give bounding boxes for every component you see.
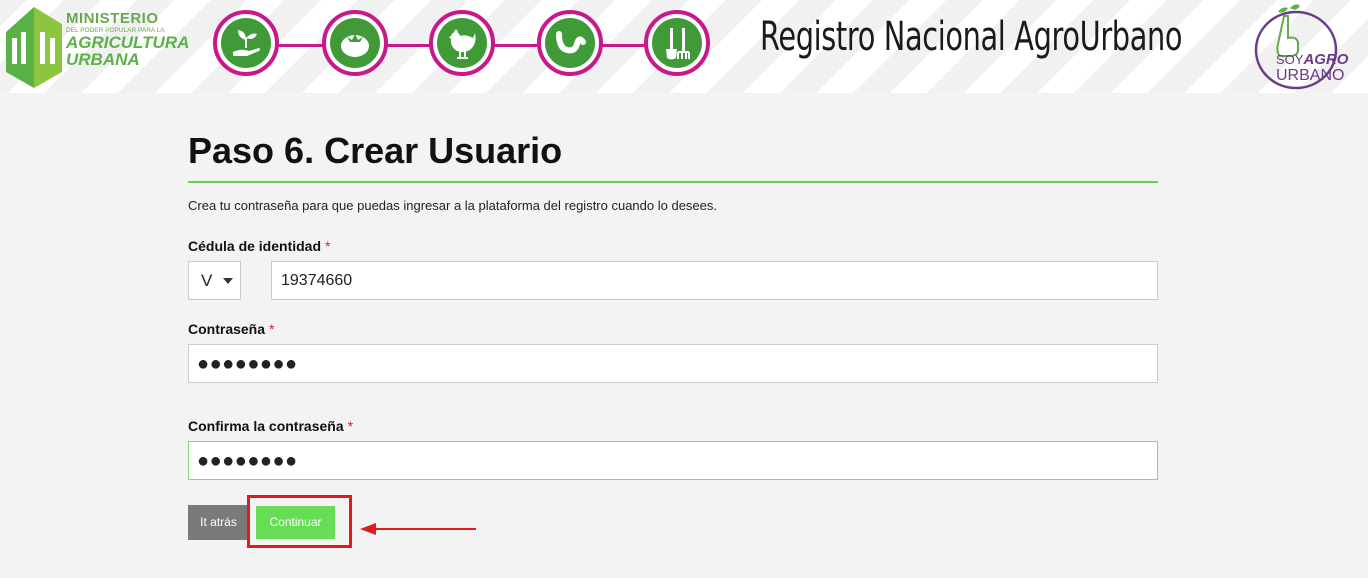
chicken-icon: [449, 29, 476, 59]
soy-agrourbano-logo-text: SOYAGRO URBANO: [1276, 52, 1356, 84]
ministry-logo-line3: AGRICULTURA: [66, 33, 190, 52]
caret-down-icon: [223, 278, 233, 284]
ministry-logo-line4: URBANA: [66, 50, 140, 69]
soy-logo-soy: SOY: [1276, 52, 1304, 67]
confirm-password-masked-value: ●●●●●●●●: [197, 450, 298, 472]
cedula-label: Cédula de identidad *: [188, 238, 330, 254]
worm-icon: [556, 31, 586, 54]
highlight-box: [247, 495, 352, 548]
hand-plant-step: [213, 10, 279, 76]
worm-step: [537, 10, 603, 76]
password-input[interactable]: ●●●●●●●●: [188, 344, 1158, 383]
garden-tools-step: [644, 10, 710, 76]
confirm-password-input[interactable]: ●●●●●●●●: [188, 441, 1158, 480]
ministry-logo-text: MINISTERIO DEL PODER POPULAR PARA LA AGR…: [66, 10, 190, 69]
page-title: Paso 6. Crear Usuario: [188, 130, 563, 171]
registry-title: Registro Nacional AgroUrbano: [760, 14, 1183, 60]
ministry-logo-line1: MINISTERIO: [66, 10, 159, 27]
title-divider: [188, 181, 1158, 183]
confirm-password-label: Confirma la contraseña *: [188, 418, 353, 434]
chicken-step: [429, 10, 495, 76]
cedula-type-select[interactable]: V: [188, 261, 241, 300]
tomato-step: [322, 10, 388, 76]
left-arrow-icon: [360, 523, 476, 535]
ministry-building-logo-icon: [6, 7, 62, 88]
intro-text: Crea tu contraseña para que puedas ingre…: [188, 198, 717, 213]
cedula-label-text: Cédula de identidad: [188, 238, 322, 254]
password-masked-value: ●●●●●●●●: [197, 353, 298, 375]
soy-logo-agro: AGRO: [1303, 51, 1349, 68]
required-asterisk: *: [269, 321, 275, 337]
password-label-text: Contraseña: [188, 321, 266, 337]
tomato-icon: [341, 34, 369, 57]
hand-plant-icon: [233, 30, 260, 56]
required-asterisk: *: [347, 418, 354, 434]
garden-tools-icon: [666, 28, 690, 60]
cedula-number-value: 19374660: [281, 272, 353, 289]
back-button[interactable]: It atrás: [188, 505, 249, 540]
password-label: Contraseña *: [188, 321, 274, 337]
soy-logo-urbano: URBANO: [1276, 67, 1345, 84]
cedula-type-value: V: [201, 271, 213, 290]
required-asterisk: *: [325, 238, 331, 254]
site-header: MINISTERIO DEL PODER POPULAR PARA LA AGR…: [0, 0, 1368, 93]
cedula-number-input[interactable]: 19374660: [271, 261, 1158, 300]
confirm-password-label-text: Confirma la contraseña: [188, 418, 344, 434]
